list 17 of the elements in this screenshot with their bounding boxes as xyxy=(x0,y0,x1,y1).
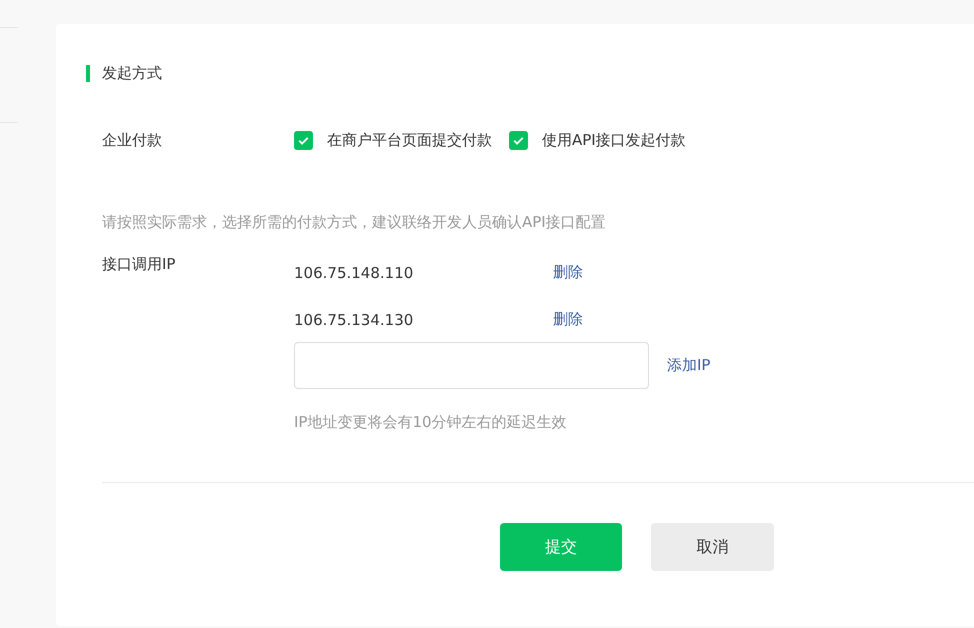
ip-address: 106.75.134.130 xyxy=(294,310,414,328)
field-label: 接口调用IP xyxy=(102,254,176,275)
ip-address: 106.75.148.110 xyxy=(294,264,414,282)
checkbox[interactable] xyxy=(294,131,313,150)
checkbox[interactable] xyxy=(509,131,528,150)
section-marker xyxy=(86,64,90,82)
checkbox-label[interactable]: 在商户平台页面提交付款 xyxy=(327,131,492,150)
delete-link[interactable]: 删除 xyxy=(553,310,583,329)
note-text: IP地址变更将会有10分钟左右的延迟生效 xyxy=(294,413,568,432)
field-label: 企业付款 xyxy=(102,131,163,150)
add-ip-link[interactable]: 添加IP xyxy=(667,356,710,375)
hint-text: 请按照实际需求，选择所需的付款方式，建议联络开发人员确认API接口配置 xyxy=(101,213,607,232)
cancel-button[interactable]: 取消 xyxy=(651,523,774,571)
ip-input-field[interactable] xyxy=(294,342,649,389)
delete-link[interactable]: 删除 xyxy=(553,263,583,282)
section-title: 发起方式 xyxy=(102,64,162,82)
checkbox-label[interactable]: 使用API接口发起付款 xyxy=(542,131,686,150)
